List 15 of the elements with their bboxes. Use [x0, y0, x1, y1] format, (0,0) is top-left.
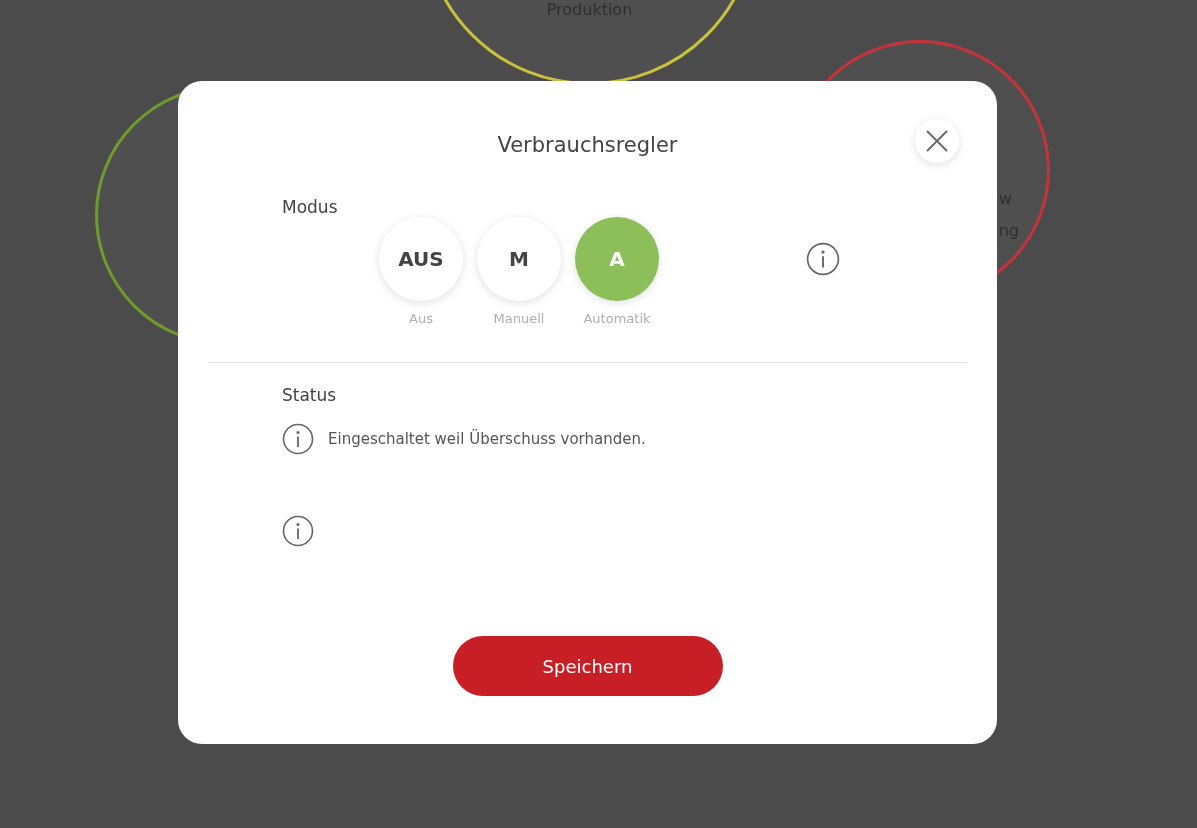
status-message: Eingeschaltet weil Überschuss vorhanden.: [328, 430, 646, 448]
mode-button[interactable]: M: [477, 217, 561, 301]
mode-label: Manuell: [493, 311, 545, 326]
dialog-title: Verbrauchsregler: [497, 132, 678, 159]
mode-label: Automatik: [583, 311, 651, 326]
info-icon: [282, 423, 314, 455]
info-icon: [282, 515, 314, 547]
mode-label: Aus: [409, 311, 433, 326]
section-label: Modus: [282, 197, 339, 217]
section-label: Status: [282, 385, 338, 405]
info-icon[interactable]: [806, 242, 840, 276]
save-button[interactable]: Speichern: [452, 636, 723, 696]
close-button[interactable]: [915, 119, 959, 163]
mode-button[interactable]: AUS: [379, 217, 463, 301]
close-icon: [925, 129, 949, 153]
